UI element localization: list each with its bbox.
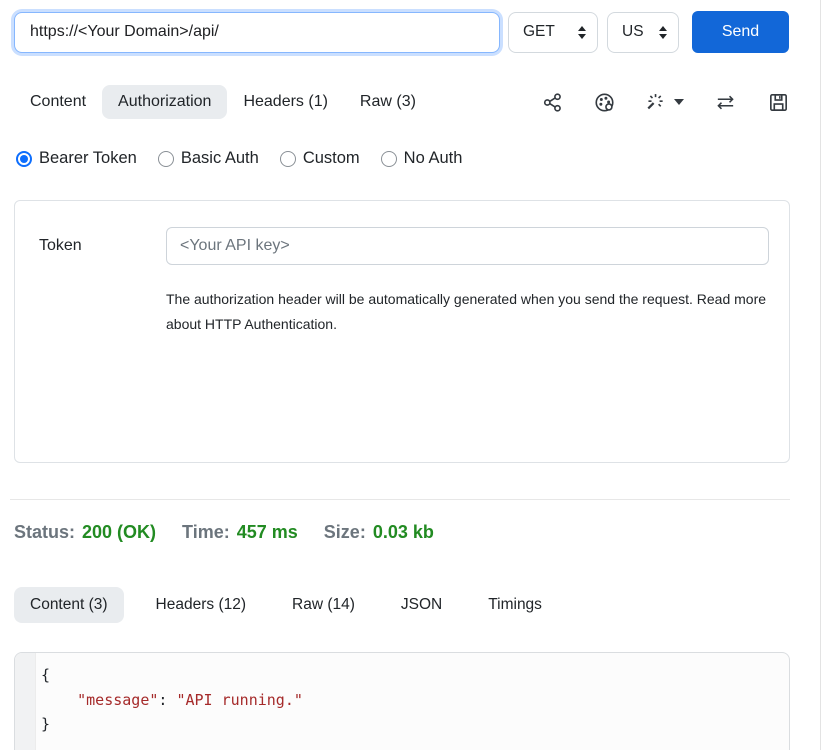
tab-content[interactable]: Content [14, 85, 102, 119]
auth-option-custom[interactable]: Custom [280, 149, 360, 168]
response-body: { "message": "API running." } [14, 652, 790, 750]
size-label: Size: [324, 522, 366, 543]
tab-headers[interactable]: Headers (1) [227, 85, 343, 119]
token-input[interactable] [166, 227, 769, 265]
response-status-row: Status: 200 (OK) Time: 457 ms Size: 0.03… [14, 522, 434, 543]
swap-arrows-icon[interactable] [713, 91, 738, 114]
api-client-app: GET US Send Content Authorization Header… [0, 0, 837, 750]
json-value: "API running." [176, 691, 302, 709]
radio-icon[interactable] [381, 151, 397, 167]
resp-tab-raw[interactable]: Raw (14) [276, 587, 371, 623]
time-label: Time: [182, 522, 230, 543]
auth-option-label: Bearer Token [39, 149, 137, 168]
resp-tab-content[interactable]: Content (3) [14, 587, 124, 623]
request-bar: GET US Send [14, 10, 790, 54]
chevron-down-icon [674, 99, 684, 105]
token-label: Token [39, 237, 166, 255]
updown-arrows-icon [578, 26, 586, 39]
request-toolbar [541, 91, 790, 114]
resp-tab-timings[interactable]: Timings [472, 587, 558, 623]
radio-selected-icon[interactable] [16, 151, 32, 167]
resp-tab-headers[interactable]: Headers (12) [140, 587, 262, 623]
size-value: 0.03 kb [373, 522, 434, 543]
resp-tab-json[interactable]: JSON [385, 587, 458, 623]
request-tab-row: Content Authorization Headers (1) Raw (3… [14, 83, 790, 121]
token-help-text: The authorization header will be automat… [166, 287, 776, 337]
radio-icon[interactable] [158, 151, 174, 167]
tab-authorization[interactable]: Authorization [102, 85, 227, 119]
save-icon[interactable] [767, 91, 790, 114]
scroll-edge-line [820, 0, 821, 750]
section-divider [10, 499, 790, 500]
auth-option-label: No Auth [404, 149, 463, 168]
code-gutter [15, 653, 36, 750]
response-tab-row: Content (3) Headers (12) Raw (14) JSON T… [14, 585, 790, 625]
status-label: Status: [14, 522, 75, 543]
status-value: 200 (OK) [82, 522, 156, 543]
json-key: "message" [77, 691, 158, 709]
token-panel: Token The authorization header will be a… [14, 200, 790, 463]
auth-option-noauth[interactable]: No Auth [381, 149, 463, 168]
auth-option-label: Basic Auth [181, 149, 259, 168]
palette-icon[interactable] [593, 91, 616, 114]
radio-icon[interactable] [280, 151, 296, 167]
auth-type-row: Bearer Token Basic Auth Custom No Auth [16, 149, 462, 168]
auth-option-basic[interactable]: Basic Auth [158, 149, 259, 168]
time-value: 457 ms [237, 522, 298, 543]
locale-select-value: US [622, 23, 644, 41]
url-input[interactable] [14, 12, 500, 53]
magic-wand-dropdown[interactable] [645, 91, 684, 114]
updown-arrows-icon [659, 26, 667, 39]
share-icon[interactable] [541, 91, 564, 114]
auth-option-bearer[interactable]: Bearer Token [16, 149, 137, 168]
locale-select[interactable]: US [607, 12, 679, 53]
tab-raw[interactable]: Raw (3) [344, 85, 432, 119]
send-button[interactable]: Send [692, 11, 789, 53]
method-select[interactable]: GET [508, 12, 598, 53]
method-select-value: GET [523, 23, 555, 41]
auth-option-label: Custom [303, 149, 360, 168]
response-json: { "message": "API running." } [41, 663, 303, 737]
